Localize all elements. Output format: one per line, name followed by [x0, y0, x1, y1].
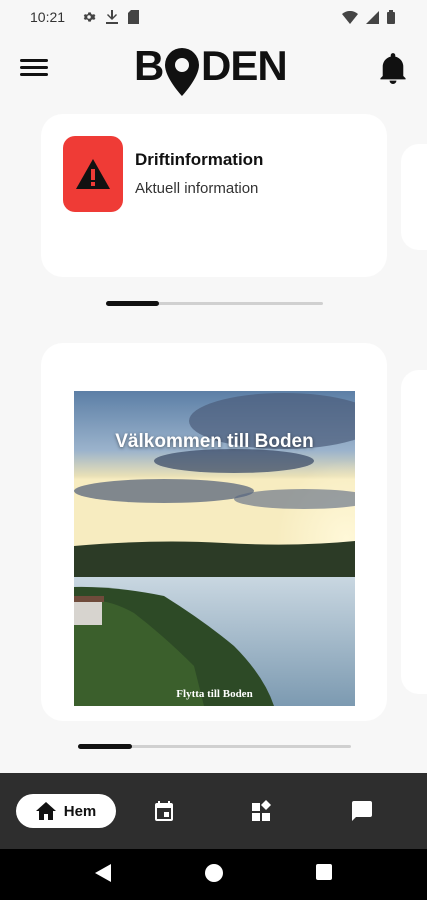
back-icon[interactable]: [95, 864, 111, 882]
download-icon: [106, 10, 118, 24]
promo-image: Välkommen till Boden Flytta till Boden: [74, 391, 355, 706]
widgets-icon[interactable]: [250, 799, 274, 823]
card-title: Driftinformation: [135, 150, 264, 169]
card-subtitle: Aktuell information: [135, 180, 259, 197]
home-circle-icon[interactable]: [205, 864, 223, 882]
recents-icon[interactable]: [316, 864, 332, 880]
calendar-icon[interactable]: [152, 799, 176, 823]
nav-home[interactable]: Hem: [16, 794, 116, 828]
promo-card[interactable]: Välkommen till Boden Flytta till Boden: [41, 343, 387, 721]
driftinformation-card[interactable]: Driftinformation Aktuell information: [41, 114, 387, 277]
chat-icon[interactable]: [350, 799, 374, 823]
sim-icon: [128, 10, 139, 24]
svg-text:B: B: [134, 42, 163, 89]
home-icon: [35, 802, 56, 820]
status-bar: 10:21: [0, 0, 427, 34]
promo-carousel-indicator: [78, 744, 351, 749]
bell-icon[interactable]: [379, 52, 407, 84]
next-card-peek[interactable]: [401, 144, 427, 250]
menu-icon[interactable]: [20, 56, 48, 80]
wifi-icon: [342, 10, 358, 24]
warning-icon: [63, 136, 123, 212]
settings-icon: [83, 12, 96, 22]
app-bar: B DEN: [0, 34, 427, 104]
status-time: 10:21: [30, 9, 66, 25]
promo-title: Välkommen till Boden: [115, 431, 314, 452]
nav-home-label: Hem: [63, 802, 97, 820]
system-navigation-bar: [0, 849, 427, 900]
promo-caption: Flytta till Boden: [176, 688, 253, 700]
carousel-indicator: [106, 301, 323, 306]
signal-icon: [366, 10, 379, 24]
boden-logo: B DEN: [134, 40, 294, 100]
next-promo-peek[interactable]: [401, 370, 427, 694]
svg-text:DEN: DEN: [201, 42, 287, 89]
battery-icon: [387, 10, 395, 24]
bottom-navigation: Hem: [0, 773, 427, 849]
